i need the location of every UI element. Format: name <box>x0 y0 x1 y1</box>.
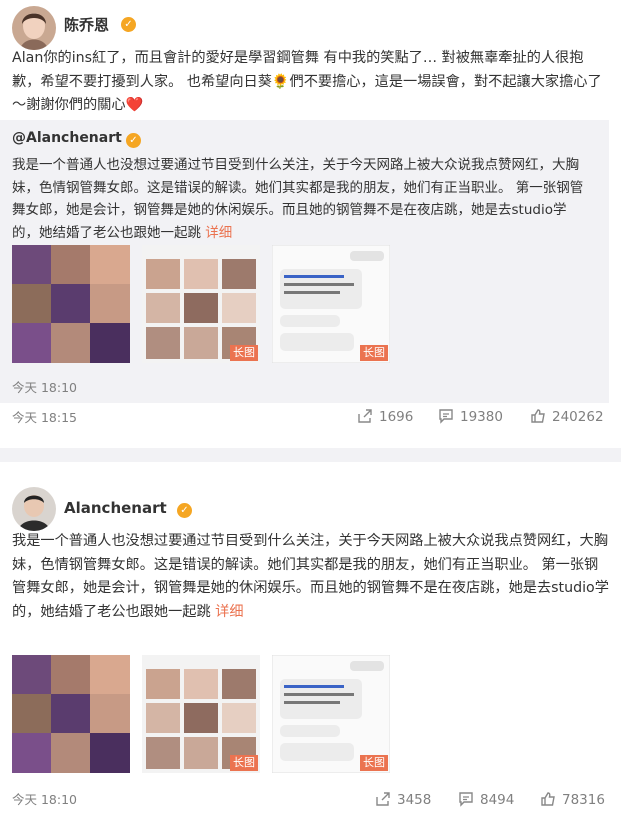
post-text: Alan你的ins紅了，而且會計的愛好是學習鋼管舞 有中我的笑點了… 對被無辜牽… <box>12 47 607 118</box>
repost-text-content: 我是一个普通人也没想过要通过节目受到什么关注，关于今天网路上被大众说我点赞网红，… <box>12 157 584 241</box>
repost-author[interactable]: @Alanchenart <box>12 130 122 146</box>
verified-badge-icon: ✓ <box>121 17 136 32</box>
repost-count: 3458 <box>397 792 432 808</box>
comment-button[interactable]: 8494 <box>458 791 514 811</box>
repost-button[interactable]: 1696 <box>357 408 413 428</box>
photo-thumbnail[interactable] <box>12 245 130 363</box>
like-button[interactable]: 78316 <box>540 791 605 811</box>
expand-link[interactable]: 详细 <box>205 225 232 241</box>
share-icon <box>357 408 373 428</box>
repost-text: 我是一个普通人也没想过要通过节目受到什么关注，关于今天网路上被大众说我点赞网红，… <box>12 154 592 244</box>
post-text-content: Alan你的ins紅了，而且會計的愛好是學習鋼管舞 有中我的笑點了… 對被無辜牽… <box>12 50 602 113</box>
share-icon <box>375 791 391 811</box>
long-image-badge: 长图 <box>230 755 258 771</box>
long-image-badge: 长图 <box>360 345 388 361</box>
post-text: 我是一个普通人也没想过要通过节目受到什么关注，关于今天网路上被大众说我点赞网红，… <box>12 530 609 624</box>
comment-button[interactable]: 19380 <box>438 408 503 428</box>
repost-timestamp[interactable]: 今天 18:10 <box>12 377 77 396</box>
post-timestamp[interactable]: 今天 18:10 <box>12 789 77 808</box>
long-image-badge: 长图 <box>230 345 258 361</box>
author-name[interactable]: Alanchenart <box>64 499 167 517</box>
verified-badge-icon: ✓ <box>126 133 141 148</box>
post-text-content: 我是一个普通人也没想过要通过节目受到什么关注，关于今天网路上被大众说我点赞网红，… <box>12 533 609 620</box>
repost-count: 1696 <box>379 409 414 425</box>
author-name[interactable]: 陈乔恩 <box>64 14 109 35</box>
expand-link[interactable]: 详细 <box>215 604 243 620</box>
photo-collage-image <box>12 245 130 363</box>
photo-thumbnail-long[interactable]: 长图 <box>272 245 390 363</box>
verified-badge-icon: ✓ <box>177 503 192 518</box>
like-button[interactable]: 240262 <box>530 408 604 428</box>
repost-button[interactable]: 3458 <box>375 791 431 811</box>
comment-count: 8494 <box>480 792 515 808</box>
photo-thumbnail-long[interactable]: 长图 <box>142 245 260 363</box>
photo-thumbnail[interactable] <box>12 655 130 773</box>
photo-thumbnail-long[interactable]: 长图 <box>142 655 260 773</box>
comment-icon <box>438 408 454 428</box>
photo-collage-image <box>12 655 130 773</box>
photo-thumbnail-long[interactable]: 长图 <box>272 655 390 773</box>
post-timestamp[interactable]: 今天 18:15 <box>12 407 77 426</box>
avatar-image <box>12 487 56 531</box>
like-count: 78316 <box>562 792 605 808</box>
like-icon <box>540 791 556 811</box>
avatar-image <box>12 6 56 50</box>
avatar[interactable] <box>12 6 56 50</box>
avatar[interactable] <box>12 487 56 531</box>
comment-count: 19380 <box>460 409 503 425</box>
long-image-badge: 长图 <box>360 755 388 771</box>
like-count: 240262 <box>552 409 604 425</box>
feed-divider <box>0 448 621 462</box>
repost-box[interactable]: @Alanchenart ✓ 我是一个普通人也没想过要通过节目受到什么关注，关于… <box>0 120 609 403</box>
comment-icon <box>458 791 474 811</box>
like-icon <box>530 408 546 428</box>
